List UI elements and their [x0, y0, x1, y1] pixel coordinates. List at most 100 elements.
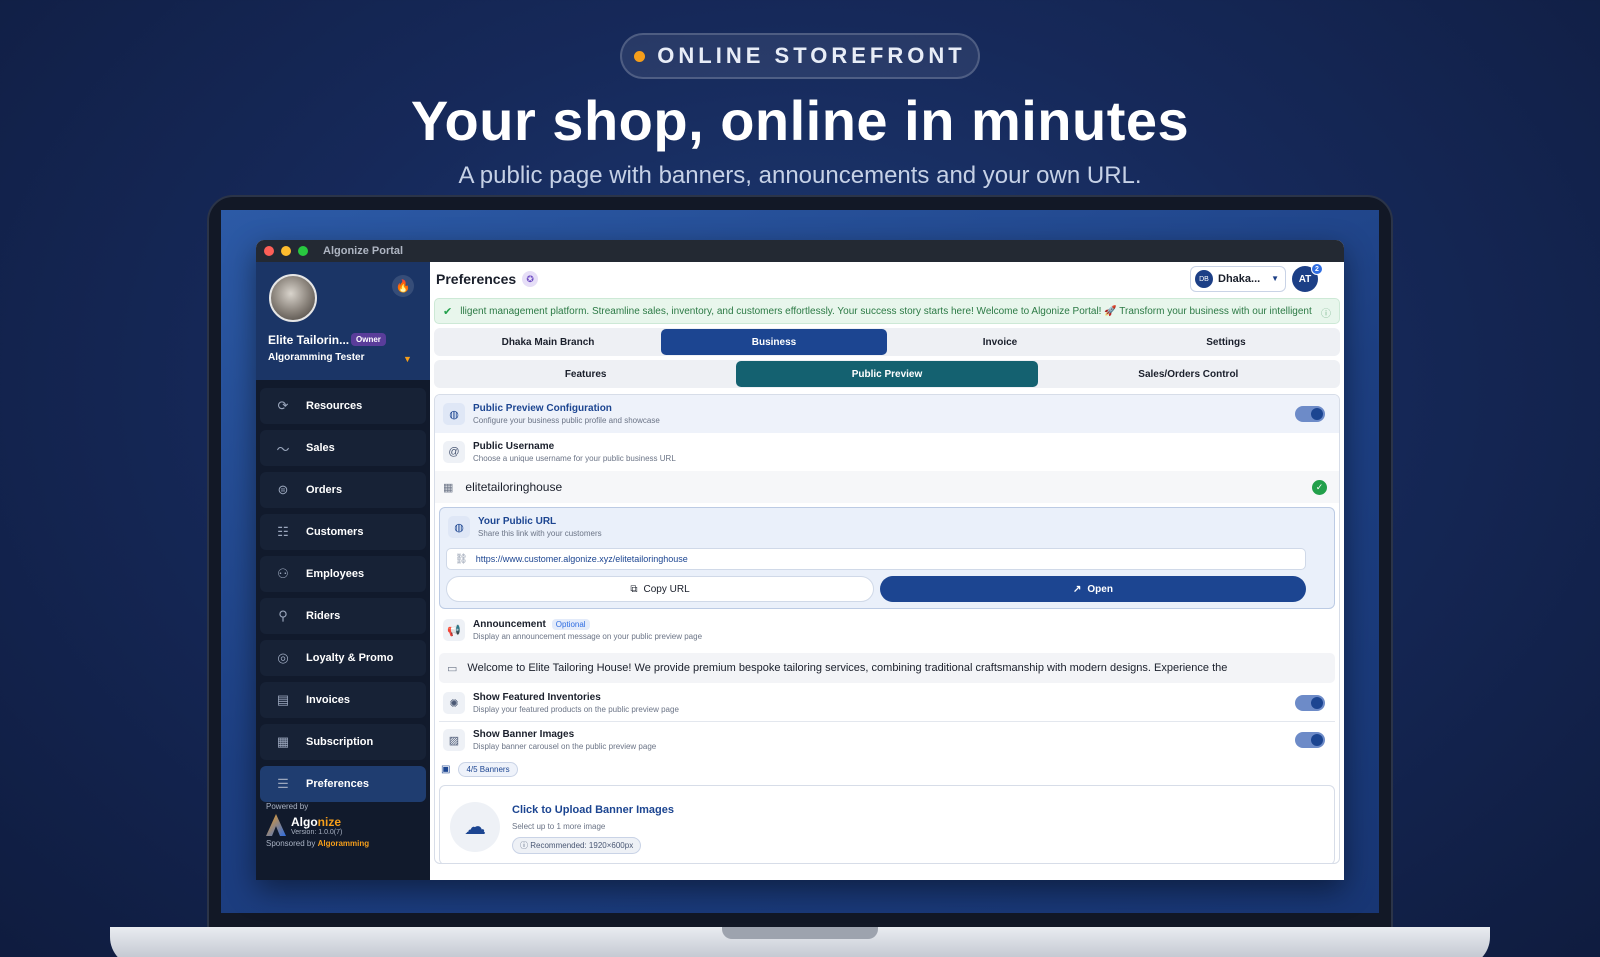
invoice-icon: ▤	[276, 692, 290, 707]
globe-icon: ◍	[443, 403, 465, 425]
sidebar-item-label: Orders	[306, 484, 343, 496]
sidebar-item-resources[interactable]: ⟳ Resources	[260, 388, 426, 424]
recommended-size-badge: ⓘ Recommended: 1920×600px	[512, 837, 642, 854]
hero-subtitle: A public page with banners, announcement…	[458, 162, 1142, 189]
brand-name-b: nize	[317, 814, 342, 829]
copy-url-label: Copy URL	[643, 583, 690, 595]
announcement-title: Announcement Optional	[473, 619, 702, 630]
sidebar-item-riders[interactable]: ⚲ Riders	[260, 598, 426, 634]
chevron-down-icon[interactable]: ▼	[403, 354, 412, 364]
tab-sales-orders-control[interactable]: Sales/Orders Control	[1038, 361, 1339, 387]
algonize-logo-icon	[266, 814, 286, 836]
sidebar-item-preferences[interactable]: ☰ Preferences	[260, 766, 426, 802]
tab-public-preview[interactable]: Public Preview	[736, 361, 1038, 387]
tab-settings[interactable]: Settings	[1113, 329, 1339, 355]
branch-label: Dhaka...	[1218, 273, 1261, 285]
sponsored-prefix: Sponsored by	[266, 839, 318, 848]
page-header: Preferences ✪ DB Dhaka... ▼ AT 2	[430, 262, 1344, 296]
flame-icon[interactable]: 🔥	[392, 275, 414, 297]
sidebar-item-label: Riders	[306, 610, 341, 622]
banner-desc: Display banner carousel on the public pr…	[473, 742, 657, 751]
config-row: ◍ Public Preview Configuration Configure…	[435, 395, 1339, 433]
announcement-value: Welcome to Elite Tailoring House! We pro…	[467, 662, 1228, 674]
pill-label: ONLINE STOREFRONT	[657, 43, 966, 68]
avatar[interactable]	[269, 274, 317, 322]
role-badge: Owner	[351, 333, 386, 346]
username-field[interactable]: ▦ elitetailoringhouse ✓	[435, 471, 1339, 503]
banner-count-row: ▣ 4/5 Banners	[441, 762, 1339, 777]
public-url-field[interactable]: ⛓ https://www.customer.algonize.xyz/elit…	[446, 548, 1306, 570]
message-icon: ▭	[447, 662, 458, 675]
sidebar-item-label: Preferences	[306, 778, 369, 790]
laptop-notch	[722, 927, 878, 939]
sidebar-item-label: Subscription	[306, 736, 374, 748]
copy-icon: ⧉	[630, 583, 638, 595]
riders-icon: ⚲	[278, 608, 288, 623]
open-url-button[interactable]: ↗ Open	[880, 576, 1306, 602]
medal-icon: ◎	[277, 650, 289, 665]
featured-toggle[interactable]	[1295, 695, 1325, 711]
sidebar-item-employees[interactable]: ⚇ Employees	[260, 556, 426, 592]
customers-icon: ☷	[277, 524, 289, 539]
upload-title: Click to Upload Banner Images	[512, 804, 674, 816]
badge-icon: ✪	[522, 271, 539, 287]
image-icon: ▨	[443, 729, 465, 751]
hero-title: Your shop, online in minutes	[410, 89, 1190, 152]
sponsor-name[interactable]: Algoramming	[318, 839, 370, 848]
chevron-down-icon: ▼	[1271, 274, 1279, 283]
status-dot-icon	[634, 50, 646, 62]
storefront-pill: ONLINE STOREFRONT	[620, 33, 980, 79]
ticker-text: lligent management platform. Streamline …	[460, 305, 1312, 317]
user-name[interactable]: Algoramming Tester	[268, 352, 365, 363]
public-preview-panel: ◍ Public Preview Configuration Configure…	[434, 394, 1340, 864]
copy-url-button[interactable]: ⧉ Copy URL	[446, 576, 874, 602]
banner-toggle[interactable]	[1295, 732, 1325, 748]
tab-dhaka-main-branch[interactable]: Dhaka Main Branch	[435, 329, 661, 355]
sidebar-item-invoices[interactable]: ▤ Invoices	[260, 682, 426, 718]
branch-selector[interactable]: DB Dhaka... ▼	[1190, 266, 1286, 292]
check-icon: ✓	[1312, 479, 1327, 495]
sidebar-item-label: Employees	[306, 568, 365, 580]
link-icon: ⛓	[455, 553, 468, 565]
public-url-box: ◍ Your Public URL Share this link with y…	[439, 507, 1335, 609]
sidebar-item-loyalty[interactable]: ◎ Loyalty & Promo	[260, 640, 426, 676]
branch-avatar: DB	[1195, 270, 1213, 288]
announcement-input[interactable]: ▭ Welcome to Elite Tailoring House! We p…	[439, 653, 1335, 683]
sponsored-by: Sponsored by Algoramming	[266, 839, 426, 848]
window-titlebar: Algonize Portal	[256, 240, 1344, 262]
sidebar-item-customers[interactable]: ☷ Customers	[260, 514, 426, 550]
username-row: @ Public Username Choose a unique userna…	[435, 433, 1339, 471]
banner-upload-dropzone[interactable]: ☁ Click to Upload Banner Images Select u…	[439, 785, 1335, 863]
tab-features[interactable]: Features	[435, 361, 736, 387]
building-icon: ▦	[443, 481, 454, 494]
tab-invoice[interactable]: Invoice	[887, 329, 1113, 355]
notification-badge[interactable]: 2	[1311, 263, 1323, 275]
check-circle-icon: ✔	[443, 305, 453, 318]
sidebar-nav: ⟳ Resources 〜 Sales ⊜ Orders ☷ Customers…	[256, 380, 430, 804]
minimize-window-icon[interactable]	[281, 246, 291, 256]
tab-business[interactable]: Business	[661, 329, 887, 355]
sidebar-item-label: Invoices	[306, 694, 351, 706]
username-value: elitetailoringhouse	[465, 480, 563, 494]
info-icon[interactable]: ⓘ	[1317, 305, 1331, 320]
orders-icon: ⊜	[277, 482, 289, 497]
banner-title: Show Banner Images	[473, 729, 575, 740]
sidebar-item-label: Customers	[306, 526, 364, 538]
recommended-size-text: Recommended: 1920×600px	[530, 841, 634, 850]
sidebar-item-sales[interactable]: 〜 Sales	[260, 430, 426, 466]
brand-name-a: Algo	[291, 814, 318, 829]
featured-title: Show Featured Inventories	[473, 692, 601, 703]
announcement-row: 📢 Announcement Optional Display an announ…	[435, 611, 1339, 649]
maximize-window-icon[interactable]	[298, 246, 308, 256]
sliders-icon: ☰	[277, 776, 289, 791]
external-link-icon: ↗	[1073, 583, 1082, 595]
shop-name: Elite Tailorin...	[268, 333, 350, 347]
app-window: Algonize Portal 🔥 Elite Tailorin... Owne…	[256, 240, 1344, 880]
powered-by-label: Powered by	[266, 802, 309, 811]
public-preview-toggle[interactable]	[1295, 406, 1325, 422]
close-window-icon[interactable]	[264, 246, 274, 256]
sidebar-item-subscription[interactable]: ▦ Subscription	[260, 724, 426, 760]
sub-tabs: Features Public Preview Sales/Orders Con…	[434, 360, 1340, 388]
banner-row: ▨ Show Banner Images Display banner caro…	[435, 722, 1339, 758]
sidebar-item-orders[interactable]: ⊜ Orders	[260, 472, 426, 508]
